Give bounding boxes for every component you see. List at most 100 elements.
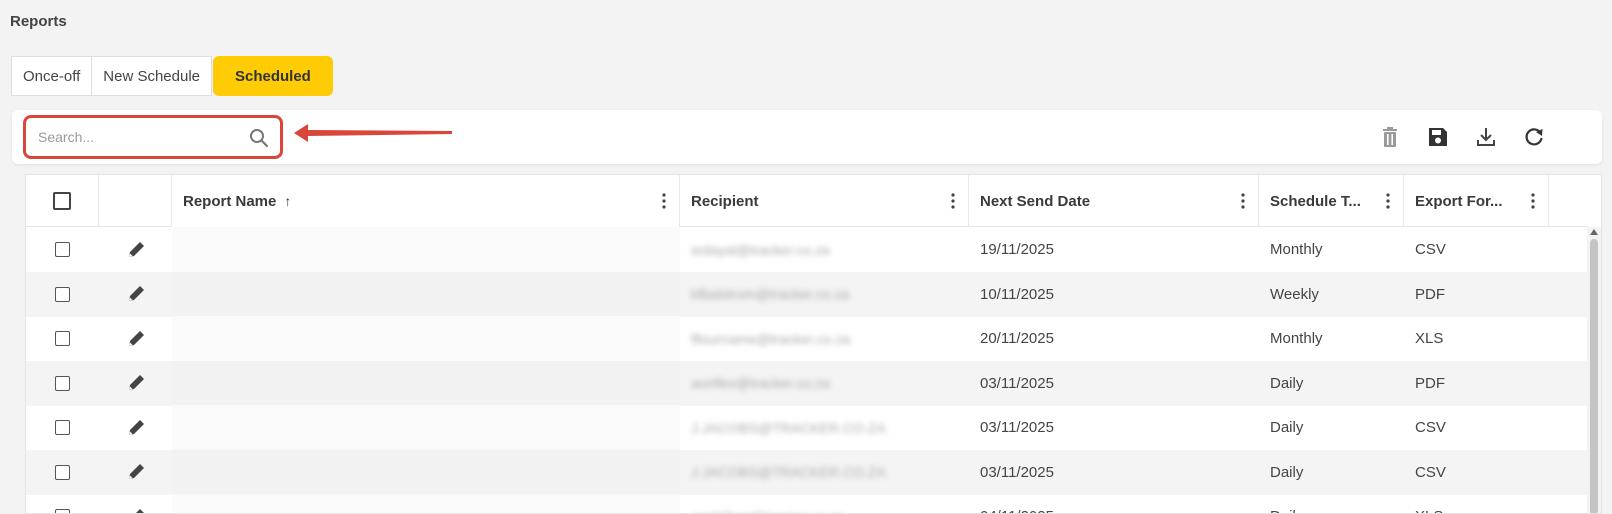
report-name <box>172 227 183 272</box>
tab-once-off[interactable]: Once-off <box>11 56 93 96</box>
recipient-cell: fllourname@tracker.co.za <box>691 330 850 347</box>
row-select-cell <box>26 494 99 513</box>
table-header: Report Name ↑ Recipient Next Send Date S… <box>26 175 1588 227</box>
report-name <box>172 405 183 450</box>
report-name <box>172 316 183 361</box>
pencil-icon[interactable] <box>125 328 147 350</box>
header-next-send-date[interactable]: Next Send Date <box>969 175 1259 227</box>
header-label: Schedule T... <box>1270 192 1361 210</box>
next-send-date-cell: 03/11/2025 <box>980 419 1054 436</box>
row-edit-cell <box>99 494 172 513</box>
header-select <box>26 175 99 227</box>
select-all-checkbox[interactable] <box>53 192 71 210</box>
row-edit-cell <box>99 361 172 406</box>
pencil-icon[interactable] <box>125 283 147 305</box>
report-name <box>172 272 183 317</box>
pencil-icon[interactable] <box>125 372 147 394</box>
next-send-date-cell: 03/11/2025 <box>980 463 1054 481</box>
report-name <box>172 494 183 513</box>
table-row[interactable]: J.JACOBS@TRACKER.CO.ZA 03/11/2025 Daily CSV <box>26 449 1588 495</box>
row-checkbox[interactable] <box>55 375 70 391</box>
report-name <box>172 361 183 406</box>
row-checkbox[interactable] <box>55 420 70 435</box>
table-row[interactable]: J.JACOBS@TRACKER.CO.ZA 03/11/2025 Daily CSV <box>26 405 1588 450</box>
next-send-date-cell: 10/11/2025 <box>980 285 1054 303</box>
recipient-cell: kfbalstrom@tracker.co.za <box>691 286 850 302</box>
trash-icon[interactable] <box>1377 124 1403 150</box>
header-label: Next Send Date <box>980 192 1091 210</box>
report-name-cell <box>172 449 680 495</box>
table-row[interactable]: aonflex@tracker.co.za 03/11/2025 Daily PDF <box>26 360 1588 406</box>
row-edit-cell <box>99 227 172 272</box>
row-edit-cell <box>99 272 172 317</box>
row-checkbox[interactable] <box>55 331 70 346</box>
table-row[interactable]: srdayal@tracker.co.za 19/11/2025 Monthly CS… <box>26 227 1588 272</box>
report-name-cell <box>172 271 680 317</box>
table-row[interactable]: fllourname@tracker.co.za 20/11/2025 Monthl… <box>26 316 1588 361</box>
column-menu-icon[interactable] <box>661 191 667 211</box>
report-name <box>172 450 183 495</box>
header-recipient[interactable]: Recipient <box>680 175 969 227</box>
row-select-cell <box>26 450 99 495</box>
header-label: Report Name <box>183 192 277 210</box>
column-menu-icon[interactable] <box>1240 191 1246 211</box>
row-select-cell <box>26 316 99 361</box>
row-select-cell <box>26 405 99 450</box>
row-edit-cell <box>99 405 172 450</box>
search-icon[interactable] <box>248 127 270 149</box>
column-menu-icon[interactable] <box>1530 191 1536 211</box>
export-format-cell: CSV <box>1415 241 1446 258</box>
tab-scheduled[interactable]: Scheduled <box>213 56 333 96</box>
row-edit-cell <box>99 316 172 361</box>
download-icon[interactable] <box>1473 124 1499 150</box>
export-format-cell: CSV <box>1415 463 1446 481</box>
reports-table: Report Name ↑ Recipient Next Send Date S… <box>25 174 1602 514</box>
recipient-cell: smithfleet@tracker.co.za <box>680 494 969 514</box>
row-checkbox[interactable] <box>55 286 70 302</box>
header-label: Export For... <box>1415 192 1503 210</box>
annotation-arrow <box>294 124 452 142</box>
table-row[interactable]: kfbalstrom@tracker.co.za 10/11/2025 Weekly… <box>26 271 1588 317</box>
tab-new-schedule[interactable]: New Schedule <box>92 56 212 96</box>
header-edit <box>99 175 172 227</box>
scroll-up-arrow-icon[interactable] <box>1590 229 1598 235</box>
recipient-cell: J.JACOBS@TRACKER.CO.ZA <box>691 419 886 436</box>
header-export-format[interactable]: Export For... <box>1404 175 1549 227</box>
header-report-name[interactable]: Report Name ↑ <box>172 175 680 227</box>
pencil-icon[interactable] <box>125 239 147 261</box>
report-name-cell <box>172 494 680 513</box>
scroll-thumb[interactable] <box>1590 239 1598 513</box>
sort-ascending-icon[interactable]: ↑ <box>284 193 291 209</box>
pencil-icon[interactable] <box>125 506 147 513</box>
recipient-cell: J.JACOBS@TRACKER.CO.ZA <box>691 464 886 480</box>
next-send-date-cell: 20/11/2025 <box>980 330 1054 347</box>
schedule-type-cell: Monthly <box>1270 330 1323 347</box>
header-schedule-type[interactable]: Schedule T... <box>1259 175 1404 227</box>
column-menu-icon[interactable] <box>1385 191 1391 211</box>
table-toolbar <box>12 110 1602 164</box>
row-checkbox[interactable] <box>55 509 70 513</box>
report-name-cell <box>172 360 680 406</box>
report-name-cell <box>172 227 680 272</box>
vertical-scrollbar[interactable] <box>1587 227 1601 513</box>
table-row[interactable]: smithfleet@tracker.co.za04/11/2025DailyX… <box>26 494 1588 514</box>
search-input[interactable] <box>38 127 238 147</box>
refresh-icon[interactable] <box>1521 124 1547 150</box>
next-send-date-cell: 03/11/2025 <box>980 374 1054 392</box>
row-select-cell <box>26 227 99 272</box>
report-tabs: Once-off New Schedule Scheduled <box>11 56 333 96</box>
next-send-date-cell: 04/11/2025 <box>969 494 1259 513</box>
schedule-type-cell: Daily <box>1270 374 1304 392</box>
floppy-disk-icon[interactable] <box>1425 124 1451 150</box>
schedule-type-cell: Daily <box>1259 494 1404 513</box>
export-format-cell: CSV <box>1415 419 1446 436</box>
pencil-icon[interactable] <box>125 417 147 439</box>
export-format-cell: PDF <box>1415 285 1445 303</box>
row-checkbox[interactable] <box>55 464 70 480</box>
next-send-date-cell: 19/11/2025 <box>980 241 1054 258</box>
column-menu-icon[interactable] <box>950 191 956 211</box>
recipient-cell: srdayal@tracker.co.za <box>691 241 830 258</box>
row-checkbox[interactable] <box>55 242 70 257</box>
header-label: Recipient <box>691 192 759 210</box>
pencil-icon[interactable] <box>125 461 147 483</box>
